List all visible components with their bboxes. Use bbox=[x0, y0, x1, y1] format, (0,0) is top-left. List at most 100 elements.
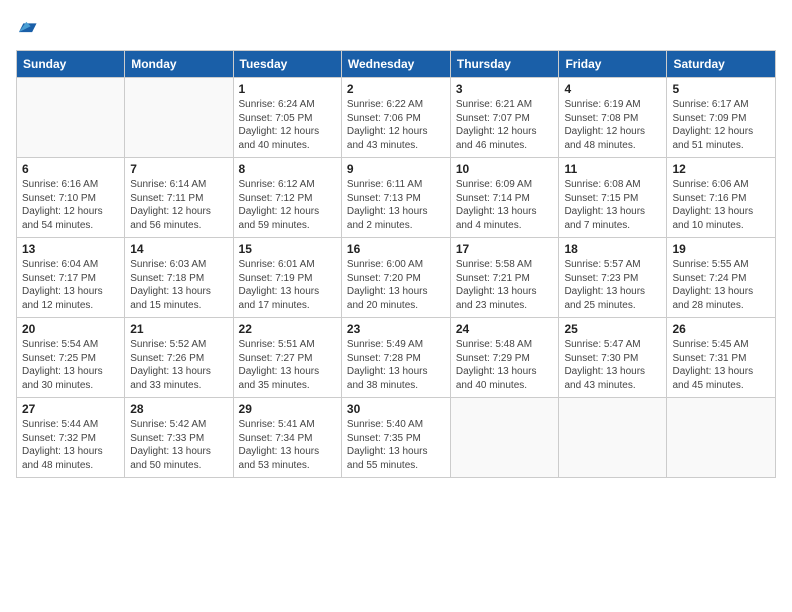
calendar-cell: 29Sunrise: 5:41 AM Sunset: 7:34 PM Dayli… bbox=[233, 398, 341, 478]
day-info: Sunrise: 6:09 AM Sunset: 7:14 PM Dayligh… bbox=[456, 178, 554, 232]
day-number: 1 bbox=[239, 82, 336, 96]
day-info: Sunrise: 6:12 AM Sunset: 7:12 PM Dayligh… bbox=[239, 178, 336, 232]
day-info: Sunrise: 6:08 AM Sunset: 7:15 PM Dayligh… bbox=[564, 178, 661, 232]
day-of-week-header: Thursday bbox=[450, 51, 559, 78]
day-number: 4 bbox=[564, 82, 661, 96]
calendar-cell: 30 Sunrise: 5:40 AM Sunset: 7:35 PM Dayli… bbox=[341, 398, 450, 478]
day-info: Sunrise: 5:40 AM Sunset: 7:35 PM Dayligh… bbox=[347, 418, 445, 472]
day-info: Sunrise: 5:52 AM Sunset: 7:26 PM Dayligh… bbox=[130, 338, 227, 392]
calendar-cell: 27 Sunrise: 5:44 AM Sunset: 7:32 PM Dayli… bbox=[17, 398, 125, 478]
day-info: Sunrise: 6:04 AM Sunset: 7:17 PM Dayligh… bbox=[22, 258, 119, 312]
day-number: 2 bbox=[347, 82, 445, 96]
calendar-cell: 14Sunrise: 6:03 AM Sunset: 7:18 PM Dayli… bbox=[125, 238, 233, 318]
day-number: 22 bbox=[239, 322, 336, 336]
day-info: Sunrise: 5:57 AM Sunset: 7:23 PM Dayligh… bbox=[564, 258, 661, 312]
calendar-cell bbox=[450, 398, 559, 478]
day-number: 19 bbox=[672, 242, 770, 256]
calendar-cell: 21 Sunrise: 5:52 AM Sunset: 7:26 PM Dayli… bbox=[125, 318, 233, 398]
logo bbox=[16, 16, 42, 38]
day-info: Sunrise: 6:19 AM Sunset: 7:08 PM Dayligh… bbox=[564, 98, 661, 152]
calendar-cell: 26 Sunrise: 5:45 AM Sunset: 7:31 PM Dayli… bbox=[667, 318, 776, 398]
calendar-cell: 11 Sunrise: 6:08 AM Sunset: 7:15 PM Dayli… bbox=[559, 158, 667, 238]
day-info: Sunrise: 5:45 AM Sunset: 7:31 PM Dayligh… bbox=[672, 338, 770, 392]
day-info: Sunrise: 6:06 AM Sunset: 7:16 PM Dayligh… bbox=[672, 178, 770, 232]
calendar-week-row: 1 Sunrise: 6:24 AM Sunset: 7:05 PM Daylig… bbox=[17, 78, 776, 158]
day-number: 28 bbox=[130, 402, 227, 416]
day-of-week-header: Monday bbox=[125, 51, 233, 78]
calendar-cell bbox=[17, 78, 125, 158]
day-number: 16 bbox=[347, 242, 445, 256]
calendar-week-row: 13 Sunrise: 6:04 AM Sunset: 7:17 PM Dayli… bbox=[17, 238, 776, 318]
day-info: Sunrise: 6:22 AM Sunset: 7:06 PM Dayligh… bbox=[347, 98, 445, 152]
calendar-cell: 13 Sunrise: 6:04 AM Sunset: 7:17 PM Dayli… bbox=[17, 238, 125, 318]
day-number: 6 bbox=[22, 162, 119, 176]
calendar-cell: 28 Sunrise: 5:42 AM Sunset: 7:33 PM Dayli… bbox=[125, 398, 233, 478]
logo-icon bbox=[16, 16, 38, 38]
day-info: Sunrise: 5:49 AM Sunset: 7:28 PM Dayligh… bbox=[347, 338, 445, 392]
day-info: Sunrise: 6:24 AM Sunset: 7:05 PM Dayligh… bbox=[239, 98, 336, 152]
day-info: Sunrise: 6:17 AM Sunset: 7:09 PM Dayligh… bbox=[672, 98, 770, 152]
day-info: Sunrise: 6:01 AM Sunset: 7:19 PM Dayligh… bbox=[239, 258, 336, 312]
day-number: 11 bbox=[564, 162, 661, 176]
day-info: Sunrise: 5:54 AM Sunset: 7:25 PM Dayligh… bbox=[22, 338, 119, 392]
day-number: 13 bbox=[22, 242, 119, 256]
calendar-cell: 15 Sunrise: 6:01 AM Sunset: 7:19 PM Dayli… bbox=[233, 238, 341, 318]
calendar-week-row: 6 Sunrise: 6:16 AM Sunset: 7:10 PM Daylig… bbox=[17, 158, 776, 238]
calendar-week-row: 20 Sunrise: 5:54 AM Sunset: 7:25 PM Dayli… bbox=[17, 318, 776, 398]
calendar-cell: 9 Sunrise: 6:11 AM Sunset: 7:13 PM Daylig… bbox=[341, 158, 450, 238]
day-number: 5 bbox=[672, 82, 770, 96]
day-info: Sunrise: 6:16 AM Sunset: 7:10 PM Dayligh… bbox=[22, 178, 119, 232]
day-number: 17 bbox=[456, 242, 554, 256]
calendar-table: SundayMondayTuesdayWednesdayThursdayFrid… bbox=[16, 50, 776, 478]
day-of-week-header: Friday bbox=[559, 51, 667, 78]
day-number: 27 bbox=[22, 402, 119, 416]
day-number: 9 bbox=[347, 162, 445, 176]
calendar-cell: 25 Sunrise: 5:47 AM Sunset: 7:30 PM Dayli… bbox=[559, 318, 667, 398]
day-number: 18 bbox=[564, 242, 661, 256]
calendar-cell: 3 Sunrise: 6:21 AM Sunset: 7:07 PM Daylig… bbox=[450, 78, 559, 158]
day-number: 7 bbox=[130, 162, 227, 176]
day-of-week-header: Wednesday bbox=[341, 51, 450, 78]
calendar-cell: 16 Sunrise: 6:00 AM Sunset: 7:20 PM Dayli… bbox=[341, 238, 450, 318]
calendar-cell: 8 Sunrise: 6:12 AM Sunset: 7:12 PM Daylig… bbox=[233, 158, 341, 238]
calendar-cell bbox=[125, 78, 233, 158]
day-number: 21 bbox=[130, 322, 227, 336]
day-info: Sunrise: 6:14 AM Sunset: 7:11 PM Dayligh… bbox=[130, 178, 227, 232]
day-of-week-header: Sunday bbox=[17, 51, 125, 78]
day-info: Sunrise: 5:42 AM Sunset: 7:33 PM Dayligh… bbox=[130, 418, 227, 472]
day-info: Sunrise: 6:00 AM Sunset: 7:20 PM Dayligh… bbox=[347, 258, 445, 312]
day-number: 14 bbox=[130, 242, 227, 256]
day-info: Sunrise: 6:11 AM Sunset: 7:13 PM Dayligh… bbox=[347, 178, 445, 232]
day-number: 3 bbox=[456, 82, 554, 96]
day-number: 8 bbox=[239, 162, 336, 176]
day-number: 15 bbox=[239, 242, 336, 256]
page-header bbox=[16, 16, 776, 38]
calendar-cell: 4 Sunrise: 6:19 AM Sunset: 7:08 PM Daylig… bbox=[559, 78, 667, 158]
calendar-cell: 19 Sunrise: 5:55 AM Sunset: 7:24 PM Dayli… bbox=[667, 238, 776, 318]
calendar-cell: 22Sunrise: 5:51 AM Sunset: 7:27 PM Dayli… bbox=[233, 318, 341, 398]
day-of-week-header: Tuesday bbox=[233, 51, 341, 78]
day-number: 30 bbox=[347, 402, 445, 416]
day-info: Sunrise: 6:21 AM Sunset: 7:07 PM Dayligh… bbox=[456, 98, 554, 152]
calendar-cell: 2 Sunrise: 6:22 AM Sunset: 7:06 PM Daylig… bbox=[341, 78, 450, 158]
day-info: Sunrise: 5:55 AM Sunset: 7:24 PM Dayligh… bbox=[672, 258, 770, 312]
calendar-cell bbox=[559, 398, 667, 478]
day-info: Sunrise: 5:48 AM Sunset: 7:29 PM Dayligh… bbox=[456, 338, 554, 392]
calendar-cell: 20 Sunrise: 5:54 AM Sunset: 7:25 PM Dayli… bbox=[17, 318, 125, 398]
day-number: 10 bbox=[456, 162, 554, 176]
calendar-week-row: 27 Sunrise: 5:44 AM Sunset: 7:32 PM Dayli… bbox=[17, 398, 776, 478]
calendar-cell: 12 Sunrise: 6:06 AM Sunset: 7:16 PM Dayli… bbox=[667, 158, 776, 238]
day-number: 24 bbox=[456, 322, 554, 336]
calendar-cell bbox=[667, 398, 776, 478]
calendar-cell: 10 Sunrise: 6:09 AM Sunset: 7:14 PM Dayli… bbox=[450, 158, 559, 238]
day-info: Sunrise: 5:47 AM Sunset: 7:30 PM Dayligh… bbox=[564, 338, 661, 392]
calendar-cell: 18 Sunrise: 5:57 AM Sunset: 7:23 PM Dayli… bbox=[559, 238, 667, 318]
day-number: 26 bbox=[672, 322, 770, 336]
day-info: Sunrise: 5:58 AM Sunset: 7:21 PM Dayligh… bbox=[456, 258, 554, 312]
day-number: 20 bbox=[22, 322, 119, 336]
day-info: Sunrise: 5:44 AM Sunset: 7:32 PM Dayligh… bbox=[22, 418, 119, 472]
day-number: 25 bbox=[564, 322, 661, 336]
day-number: 12 bbox=[672, 162, 770, 176]
day-info: Sunrise: 5:41 AM Sunset: 7:34 PM Dayligh… bbox=[239, 418, 336, 472]
calendar-cell: 1 Sunrise: 6:24 AM Sunset: 7:05 PM Daylig… bbox=[233, 78, 341, 158]
